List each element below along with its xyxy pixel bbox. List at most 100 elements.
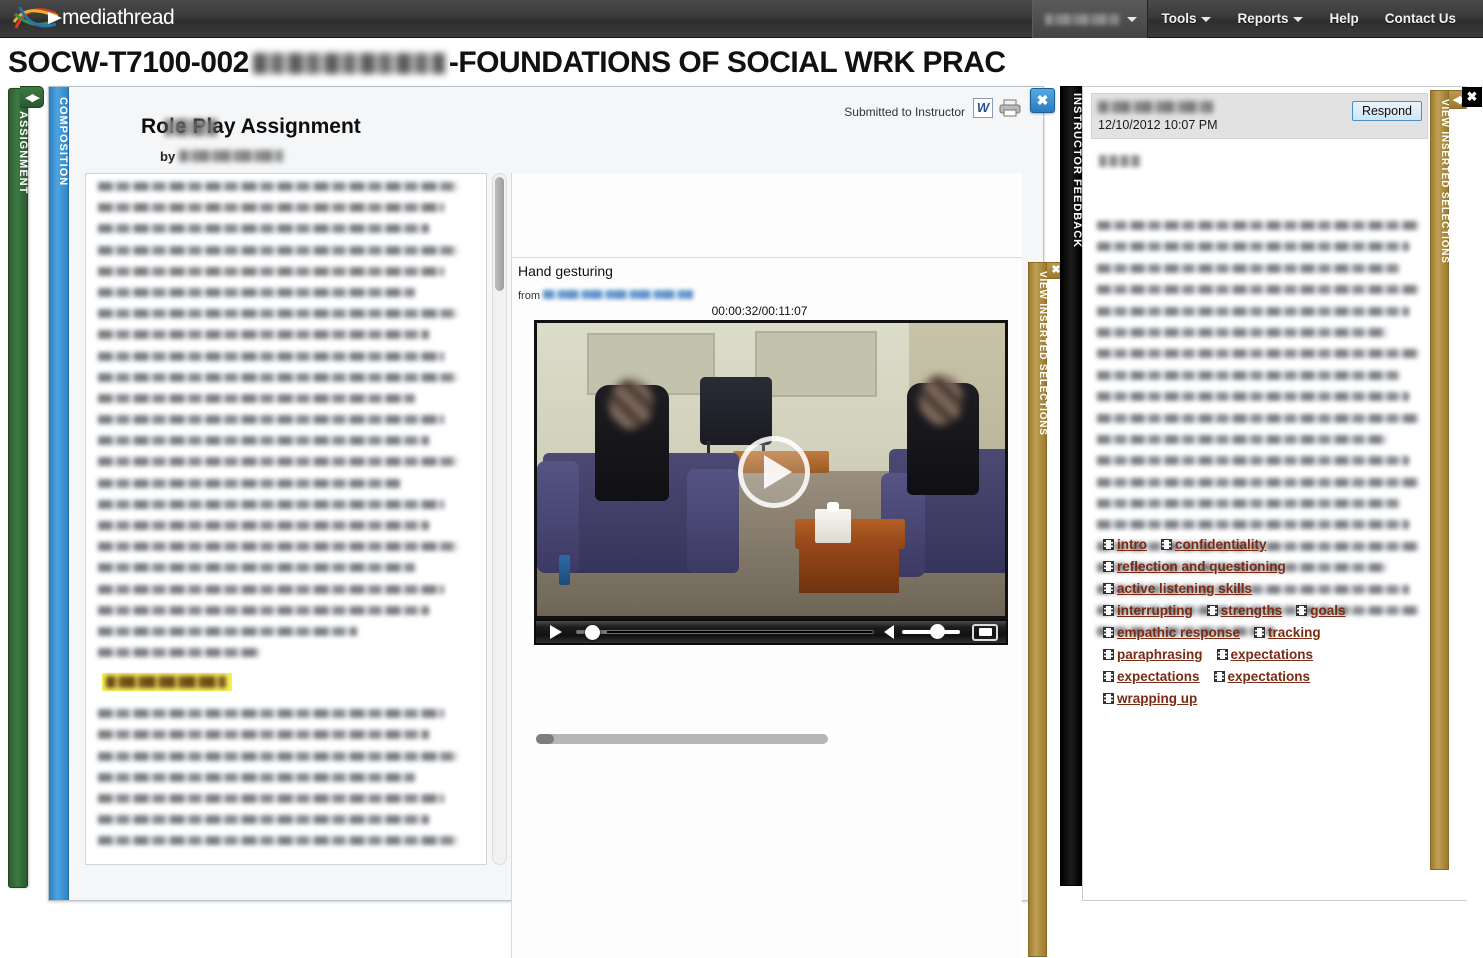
list-item: interrupting xyxy=(1103,600,1193,622)
video-horizontal-scrollbar[interactable] xyxy=(536,734,1031,745)
nav-item-tools[interactable]: Tools xyxy=(1148,0,1224,38)
video-hscroll-track[interactable] xyxy=(536,734,828,744)
view-inserted-selections-right-label: VIEW INSERTED SELECTIONS xyxy=(1439,99,1450,264)
film-strip-icon xyxy=(1103,671,1114,682)
left-right-arrow-icon: ◀▶ xyxy=(25,91,40,104)
nav-item-help[interactable]: Help xyxy=(1316,0,1371,38)
print-icon[interactable] xyxy=(999,99,1021,117)
view-inserted-selections-label: VIEW INSERTED SELECTIONS xyxy=(1037,271,1048,436)
link-wrapping-up[interactable]: wrapping up xyxy=(1117,691,1197,706)
link-confidentiality[interactable]: confidentiality xyxy=(1175,537,1267,552)
link-reflection-and-questioning[interactable]: reflection and questioning xyxy=(1117,559,1286,574)
video-timecode: 00:00:32/00:11:07 xyxy=(711,304,808,318)
panel-tab-view-inserted-selections[interactable]: VIEW INSERTED SELECTIONS xyxy=(1028,262,1048,957)
link-active-listening-skills[interactable]: active listening skills xyxy=(1117,581,1252,596)
link-expectations-3[interactable]: expectations xyxy=(1228,669,1311,684)
annotation-highlight-hand-gesturing[interactable] xyxy=(102,673,232,692)
video-clip-title: Hand gesturing xyxy=(518,263,613,279)
close-composition-button[interactable]: ✖ xyxy=(1030,88,1055,113)
inserted-selection-links: intro confidentiality reflection and quest… xyxy=(1103,534,1443,710)
film-strip-icon xyxy=(1254,627,1266,638)
link-empathic-response[interactable]: empathic response xyxy=(1117,625,1240,640)
fullscreen-button[interactable] xyxy=(972,623,998,641)
nav-user-name-redacted xyxy=(1044,13,1119,25)
video-hscroll-thumb[interactable] xyxy=(536,734,554,744)
instructor-feedback-panel: 12/10/2012 10:07 PM Respond intro confide… xyxy=(1082,86,1483,901)
link-tracking[interactable]: tracking xyxy=(1268,625,1321,640)
sidebar-tab-assignment-label: ASSIGNMENT xyxy=(17,111,29,195)
course-name-redacted xyxy=(252,52,445,74)
seek-slider-handle[interactable] xyxy=(585,625,600,640)
list-item: active listening skills xyxy=(1103,578,1252,600)
film-strip-icon xyxy=(1206,605,1218,616)
play-button[interactable] xyxy=(738,436,810,508)
film-strip-icon xyxy=(1103,539,1114,550)
speaker-icon[interactable] xyxy=(884,625,894,639)
black-chair xyxy=(700,377,772,445)
film-strip-icon xyxy=(1103,627,1114,638)
chevron-down-icon xyxy=(1201,16,1212,22)
list-item: wrapping up xyxy=(1103,688,1197,710)
play-triangle-icon xyxy=(763,455,792,489)
volume-slider[interactable] xyxy=(902,624,960,639)
video-player[interactable] xyxy=(534,320,1008,619)
seek-slider[interactable] xyxy=(576,625,874,640)
respond-button[interactable]: Respond xyxy=(1351,101,1422,121)
link-goals[interactable]: goals xyxy=(1310,603,1345,618)
annotation-label-redacted xyxy=(106,676,226,689)
chevron-down-icon xyxy=(1293,16,1304,22)
link-expectations-2[interactable]: expectations xyxy=(1117,669,1200,684)
film-strip-icon xyxy=(1103,649,1114,660)
link-strengths[interactable]: strengths xyxy=(1221,603,1283,618)
link-paraphrasing[interactable]: paraphrasing xyxy=(1117,647,1203,662)
assignment-expand-toggle[interactable]: ◀▶ xyxy=(20,86,44,108)
list-item: reflection and questioning xyxy=(1103,556,1286,578)
sidebar-tab-assignment[interactable]: ASSIGNMENT xyxy=(8,88,29,888)
play-pause-button[interactable] xyxy=(550,625,562,639)
composition-author-redacted xyxy=(179,150,284,162)
video-source-link-redacted[interactable] xyxy=(543,290,693,299)
mediathread-logo-icon xyxy=(10,2,64,34)
volume-slider-handle[interactable] xyxy=(930,624,945,639)
film-strip-icon xyxy=(1103,583,1114,594)
composition-scrollbar-thumb[interactable] xyxy=(495,177,504,291)
list-item: intro xyxy=(1103,534,1147,556)
word-export-icon[interactable]: W xyxy=(973,98,993,118)
video-selection-panel: Hand gesturing from 00:00:32/00:11:07 xyxy=(511,173,1022,958)
list-item: empathic response xyxy=(1103,622,1240,644)
brand-logo[interactable]: mediathread xyxy=(10,2,175,34)
link-intro[interactable]: intro xyxy=(1117,537,1147,552)
list-item: goals xyxy=(1296,600,1346,622)
feedback-timestamp: 12/10/2012 10:07 PM xyxy=(1098,118,1218,132)
face-blur-left xyxy=(609,379,653,429)
panel-tab-instructor-feedback[interactable]: INSTRUCTOR FEEDBACK xyxy=(1060,86,1083,886)
top-navigation-bar: mediathread Tools Reports Help Contact U… xyxy=(0,0,1483,38)
page-title: SOCW-T7100-002 -FOUNDATIONS OF SOCIAL WR… xyxy=(8,42,1006,84)
nav-user-menu[interactable] xyxy=(1031,0,1149,38)
list-item: expectations xyxy=(1103,666,1200,688)
composition-title-prefix-redacted xyxy=(165,119,217,136)
film-strip-icon xyxy=(1103,561,1114,572)
nav-item-contact-us[interactable]: Contact Us xyxy=(1372,0,1469,38)
feedback-header: 12/10/2012 10:07 PM Respond xyxy=(1091,93,1428,139)
course-title-suffix: -FOUNDATIONS OF SOCIAL WRK PRAC xyxy=(448,46,1006,79)
feedback-grade-redacted xyxy=(1099,155,1141,167)
composition-panel: COMPOSITION Role Play Assignment by Subm… xyxy=(48,86,1066,958)
link-interrupting[interactable]: interrupting xyxy=(1117,603,1193,618)
coffee-table-body xyxy=(799,541,899,593)
composition-scrollbar[interactable] xyxy=(492,173,507,865)
close-right-panel-button[interactable]: ✖ xyxy=(1462,87,1482,107)
video-controls-bar xyxy=(534,619,1008,645)
composition-text-area xyxy=(85,173,487,865)
panel-tab-instructor-feedback-label: INSTRUCTOR FEEDBACK xyxy=(1071,93,1083,249)
link-expectations-1[interactable]: expectations xyxy=(1231,647,1314,662)
panel-tab-composition-label: COMPOSITION xyxy=(57,97,69,187)
composition-header: Role Play Assignment by Submitted to Ins… xyxy=(71,87,1055,171)
composition-byline: by xyxy=(160,149,284,164)
status-badge: Submitted to Instructor xyxy=(844,105,965,119)
sidebar-tab-view-inserted-selections-right[interactable]: VIEW INSERTED SELECTIONS xyxy=(1430,90,1450,870)
film-strip-icon xyxy=(1103,693,1114,704)
tissue-box xyxy=(815,502,851,543)
panel-tab-composition[interactable]: COMPOSITION xyxy=(49,87,69,900)
nav-item-reports[interactable]: Reports xyxy=(1224,0,1316,38)
